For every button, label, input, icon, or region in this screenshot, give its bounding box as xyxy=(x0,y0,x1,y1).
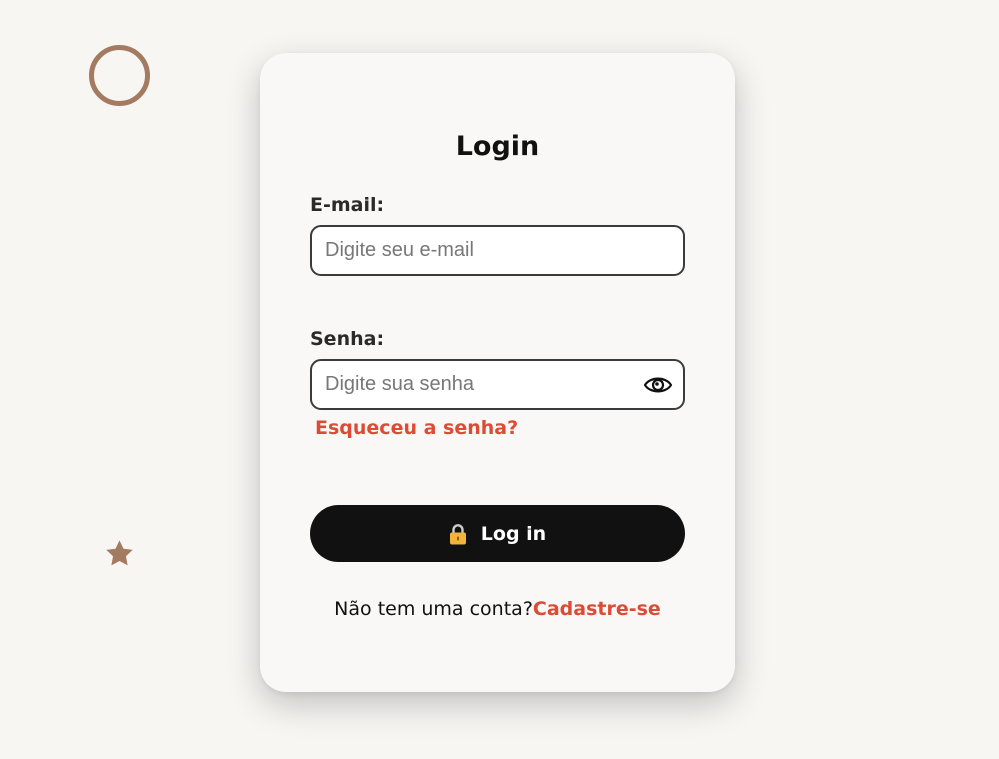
signup-prompt: Não tem uma conta?Cadastre-se xyxy=(260,598,735,621)
email-label: E-mail: xyxy=(310,194,385,216)
signup-link[interactable]: Cadastre-se xyxy=(533,598,661,620)
login-button[interactable]: Log in xyxy=(310,505,685,562)
star-icon xyxy=(106,540,133,566)
login-card: Login E-mail: Senha: Esqueceu a senha? L… xyxy=(260,53,735,692)
password-field-box xyxy=(310,359,685,410)
password-input[interactable] xyxy=(312,361,612,408)
email-field-box xyxy=(310,225,685,276)
signup-prompt-text: Não tem uma conta? xyxy=(334,598,533,620)
circle-outline-icon xyxy=(89,45,150,106)
lock-icon xyxy=(449,523,466,544)
forgot-password-link[interactable]: Esqueceu a senha? xyxy=(315,417,518,440)
password-label: Senha: xyxy=(310,328,385,350)
login-button-label: Log in xyxy=(480,522,547,545)
login-title: Login xyxy=(455,131,540,162)
eye-icon[interactable] xyxy=(643,371,673,399)
email-input[interactable] xyxy=(312,227,612,274)
